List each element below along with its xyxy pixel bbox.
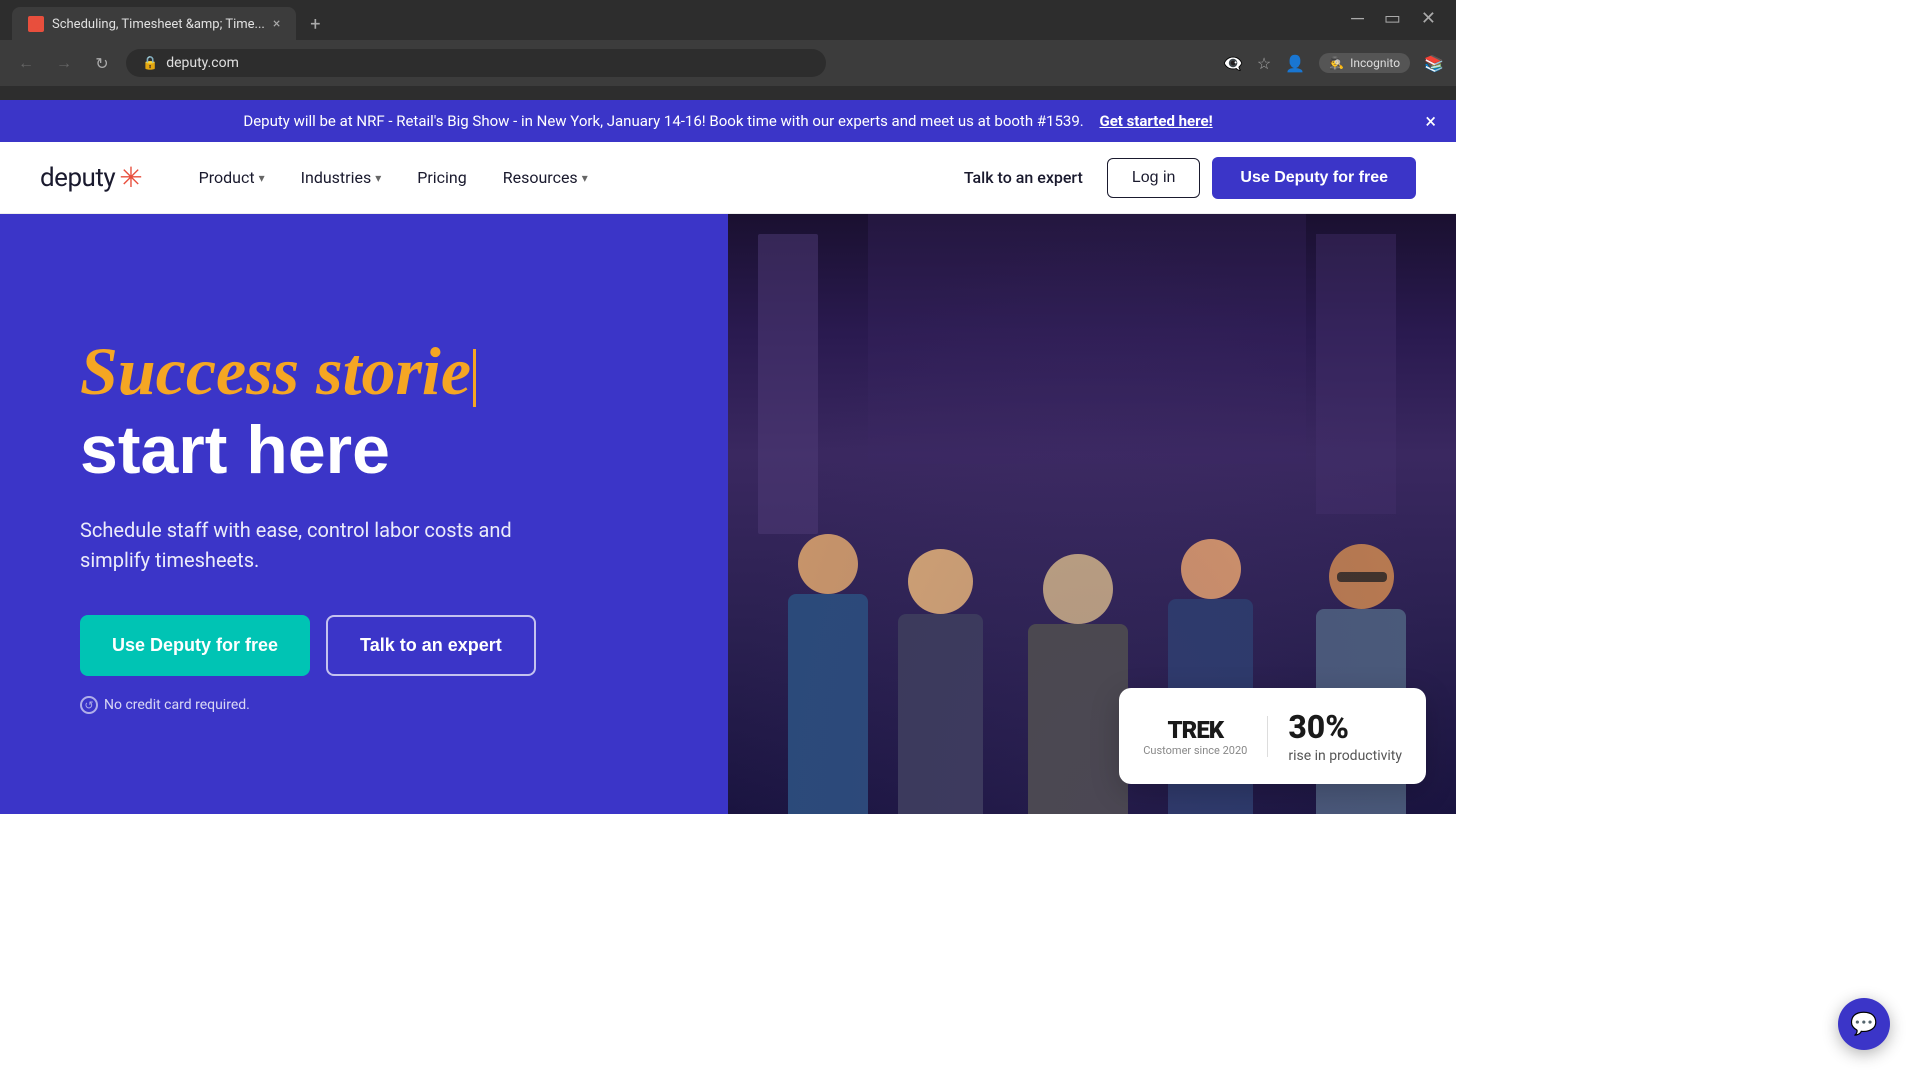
tab-favicon — [28, 16, 44, 32]
url-text: deputy.com — [166, 55, 239, 71]
logo-asterisk-icon: ✳ — [119, 161, 142, 194]
hero-photo-background: TREK Customer since 2020 30% rise in pro… — [728, 214, 1456, 814]
banner-text: Deputy will be at NRF - Retail's Big Sho… — [243, 112, 1083, 130]
tab-title: Scheduling, Timesheet &amp; Time... — [52, 17, 265, 32]
maximize-button[interactable]: ▭ — [1384, 8, 1401, 29]
incognito-badge: 🕵️ Incognito — [1319, 53, 1410, 73]
new-tab-button[interactable]: + — [300, 9, 330, 39]
no-credit-card-notice: ↺ No credit card required. — [80, 696, 648, 714]
chat-icon: 💬 — [1850, 1012, 1877, 1037]
forward-button[interactable]: → — [50, 53, 78, 73]
hero-static-headline: start here — [80, 413, 648, 488]
product-label: Product — [199, 168, 255, 187]
talk-to-expert-nav-link[interactable]: Talk to an expert — [952, 160, 1095, 195]
nav-pricing[interactable]: Pricing — [401, 160, 483, 195]
hero-use-deputy-free-button[interactable]: Use Deputy for free — [80, 615, 310, 676]
back-button[interactable]: ← — [12, 53, 40, 73]
nav-product[interactable]: Product ▾ — [183, 160, 281, 195]
product-chevron-icon: ▾ — [259, 171, 265, 185]
lock-icon: 🔒 — [142, 56, 158, 71]
nav-actions: Talk to an expert Log in Use Deputy for … — [952, 157, 1416, 199]
hero-buttons: Use Deputy for free Talk to an expert — [80, 615, 648, 676]
trek-stat-label: rise in productivity — [1288, 748, 1402, 764]
cursor-blink — [473, 349, 476, 407]
refresh-button[interactable]: ↻ — [88, 54, 116, 73]
trek-stat-card: TREK Customer since 2020 30% rise in pro… — [1119, 688, 1426, 784]
nav-industries[interactable]: Industries ▾ — [285, 160, 398, 195]
login-button[interactable]: Log in — [1107, 158, 1201, 198]
browser-chrome: Scheduling, Timesheet &amp; Time... × + … — [0, 0, 1456, 100]
chat-bubble-button[interactable]: 💬 — [1838, 998, 1890, 1050]
industries-chevron-icon: ▾ — [375, 171, 381, 185]
incognito-label: Incognito — [1350, 56, 1400, 70]
browser-toolbar: ← → ↻ 🔒 deputy.com 👁‍🗨 ☆ 👤 🕵️ Incognito … — [0, 40, 1456, 86]
banner-close-button[interactable]: × — [1425, 109, 1436, 133]
eye-slash-icon: 👁‍🗨 — [1223, 54, 1243, 73]
nav-resources[interactable]: Resources ▾ — [487, 160, 604, 195]
logo-text: deputy — [40, 163, 115, 193]
use-deputy-free-nav-button[interactable]: Use Deputy for free — [1212, 157, 1416, 199]
industries-label: Industries — [301, 168, 372, 187]
address-bar[interactable]: 🔒 deputy.com — [126, 49, 826, 77]
tab-close-icon[interactable]: × — [273, 16, 280, 32]
banner-cta-link[interactable]: Get started here! — [1099, 112, 1212, 130]
hero-talk-expert-button[interactable]: Talk to an expert — [326, 615, 536, 676]
bookmark-star-icon[interactable]: ☆ — [1257, 54, 1271, 73]
announcement-banner: Deputy will be at NRF - Retail's Big Sho… — [0, 100, 1456, 142]
minimize-button[interactable]: ─ — [1351, 8, 1364, 29]
nav-links: Product ▾ Industries ▾ Pricing Resources… — [183, 160, 932, 195]
active-tab[interactable]: Scheduling, Timesheet &amp; Time... × — [12, 7, 296, 41]
hero-subtext: Schedule staff with ease, control labor … — [80, 515, 520, 575]
hero-section: Success storie start here Schedule staff… — [0, 214, 1456, 814]
browser-tab-bar: Scheduling, Timesheet &amp; Time... × + — [0, 0, 1456, 40]
hero-content: Success storie start here Schedule staff… — [0, 214, 728, 814]
trek-percentage: 30% — [1288, 708, 1402, 746]
no-credit-card-text: No credit card required. — [104, 697, 250, 713]
resources-chevron-icon: ▾ — [582, 171, 588, 185]
pricing-label: Pricing — [417, 168, 467, 187]
trek-stats: 30% rise in productivity — [1288, 708, 1402, 764]
trek-customer-since: Customer since 2020 — [1143, 744, 1247, 757]
bookmarks-button[interactable]: 📚 — [1424, 54, 1444, 73]
trek-logo-section: TREK Customer since 2020 — [1143, 716, 1268, 757]
hero-animated-headline: Success storie — [80, 334, 648, 409]
trek-logo-text: TREK — [1168, 716, 1224, 744]
user-profile-icon[interactable]: 👤 — [1285, 54, 1305, 73]
incognito-hat-icon: 🕵️ — [1329, 56, 1344, 70]
close-window-button[interactable]: ✕ — [1421, 8, 1436, 29]
deputy-logo[interactable]: deputy ✳ — [40, 161, 143, 194]
no-credit-card-icon: ↺ — [80, 696, 98, 714]
toolbar-icons: 👁‍🗨 ☆ 👤 🕵️ Incognito 📚 — [1223, 53, 1444, 73]
resources-label: Resources — [503, 168, 578, 187]
main-navbar: deputy ✳ Product ▾ Industries ▾ Pricing … — [0, 142, 1456, 214]
hero-image-area: TREK Customer since 2020 30% rise in pro… — [728, 214, 1456, 814]
